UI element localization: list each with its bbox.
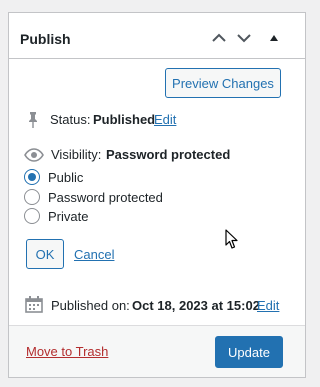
published-date: Oct 18, 2023 at 15:02 — [132, 298, 260, 313]
published-on-label: Published on: — [51, 298, 130, 313]
visibility-label: Visibility: — [51, 147, 102, 162]
chevron-down-icon[interactable] — [233, 27, 255, 49]
update-button[interactable]: Update — [215, 336, 283, 368]
ok-button[interactable]: OK — [26, 239, 64, 269]
radio-password-protected[interactable] — [24, 189, 40, 205]
radio-password-protected-label[interactable]: Password protected — [48, 190, 163, 205]
panel-title: Publish — [20, 31, 71, 47]
mouse-pointer-icon — [225, 229, 239, 253]
chevron-up-icon[interactable] — [208, 27, 230, 49]
calendar-icon — [25, 296, 43, 316]
radio-private[interactable] — [24, 208, 40, 224]
cancel-link[interactable]: Cancel — [74, 247, 114, 262]
preview-changes-button[interactable]: Preview Changes — [165, 68, 281, 98]
caret-up-icon[interactable] — [263, 27, 285, 49]
status-value: Published — [93, 112, 156, 127]
radio-public-label[interactable]: Public — [48, 170, 83, 185]
status-label: Status: — [50, 112, 91, 127]
eye-icon — [24, 148, 44, 165]
move-to-trash-link[interactable]: Move to Trash — [26, 344, 108, 359]
panel-header: Publish — [9, 13, 305, 59]
radio-public[interactable] — [24, 169, 40, 185]
publish-panel: Publish Preview Changes Status: Publishe… — [8, 12, 306, 378]
pin-icon — [27, 111, 39, 131]
publish-actions: Move to Trash Update — [9, 325, 305, 377]
edit-status-link[interactable]: Edit — [154, 112, 176, 127]
visibility-value: Password protected — [106, 147, 231, 162]
radio-private-label[interactable]: Private — [48, 209, 88, 224]
edit-date-link[interactable]: Edit — [257, 298, 279, 313]
